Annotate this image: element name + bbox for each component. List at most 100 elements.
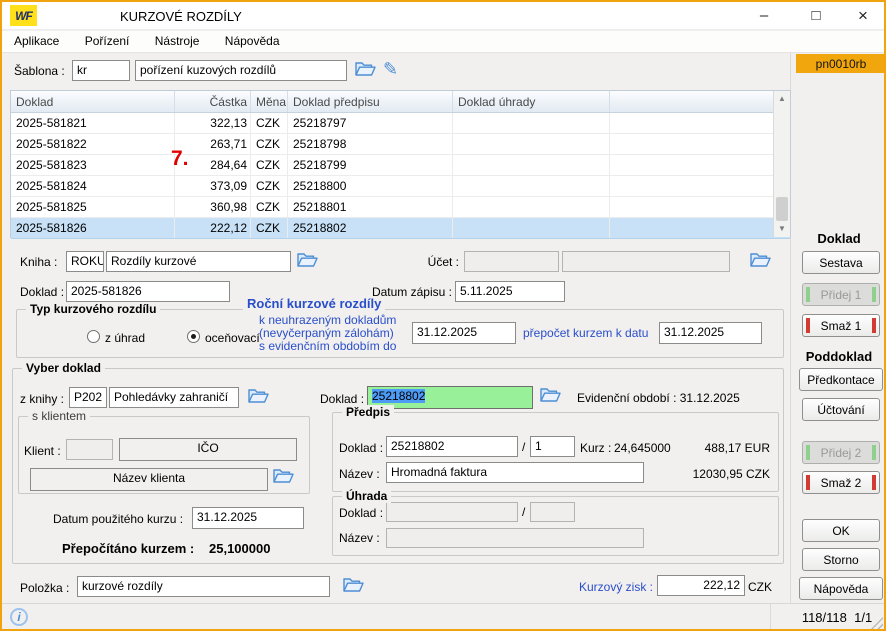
template-name-field[interactable]: pořízení kuzových rozdílů	[135, 60, 347, 81]
table-row[interactable]: 2025-581824373,09CZK25218800	[11, 176, 790, 197]
sestava-button[interactable]: Sestava	[802, 251, 880, 274]
minimize-icon[interactable]: –	[746, 4, 782, 27]
col-empty	[610, 91, 790, 112]
ucet-label: Účet :	[415, 255, 459, 269]
klient-group-label: s klientem	[28, 409, 90, 423]
z-knihy-code-field[interactable]: P202	[69, 387, 107, 408]
menu-aplikace[interactable]: Aplikace	[4, 31, 69, 51]
radio-z-uhrad-label: z úhrad	[105, 331, 145, 345]
typ-group-label: Typ kurzového rozdílu	[26, 302, 160, 316]
uhrada-doklad-label: Doklad :	[339, 506, 383, 520]
open-folder-icon[interactable]	[297, 252, 318, 268]
predpis-slash: /	[522, 440, 525, 454]
col-mena[interactable]: Měna	[251, 91, 288, 112]
app-logo-icon: WF	[10, 5, 37, 26]
radio-ocenovaci[interactable]	[187, 330, 200, 343]
ucet-code-field[interactable]	[464, 251, 559, 272]
open-folder-icon[interactable]	[540, 387, 561, 403]
storno-button[interactable]: Storno	[802, 548, 880, 571]
table-row[interactable]: 2025-581821322,13CZK25218797	[11, 113, 790, 134]
kurz-value: 24,645000	[614, 441, 671, 455]
klient-code-field[interactable]	[66, 439, 113, 460]
pridej1-button[interactable]: Přidej 1	[802, 283, 880, 306]
uhrada-poradi-field[interactable]	[530, 502, 575, 522]
menu-napoveda[interactable]: Nápověda	[215, 31, 290, 51]
documents-table: Doklad Částka Měna Doklad předpisu Dokla…	[10, 90, 791, 238]
scroll-up-icon[interactable]: ▲	[774, 91, 790, 107]
ucet-name-field[interactable]	[562, 251, 730, 272]
nazev-klienta-button[interactable]: Název klienta	[30, 468, 268, 491]
open-folder-icon[interactable]	[343, 577, 364, 593]
scroll-down-icon[interactable]: ▼	[774, 221, 790, 237]
status-bar: i 118/118 1/1	[2, 603, 884, 631]
kniha-code-field[interactable]: ROKU	[66, 251, 104, 272]
maximize-icon[interactable]: □	[798, 4, 834, 27]
predpis-poradi-field[interactable]: 1	[530, 436, 575, 457]
table-scrollbar[interactable]: ▲ ▼	[773, 91, 790, 237]
kniha-label: Kniha :	[20, 255, 57, 269]
pridej2-button[interactable]: Přidej 2	[802, 441, 880, 464]
kniha-name-field[interactable]: Rozdíly kurzové	[106, 251, 291, 272]
smaz1-button[interactable]: Smaž 1	[802, 314, 880, 337]
datum-kurzu-field[interactable]: 31.12.2025	[192, 507, 304, 529]
ok-button[interactable]: OK	[802, 519, 880, 542]
ico-button[interactable]: IČO	[119, 438, 297, 461]
predpis-nazev-field[interactable]: Hromadná faktura	[386, 462, 644, 483]
predpis-doklad-field[interactable]: 25218802	[386, 436, 518, 457]
scrollbar-thumb[interactable]	[776, 197, 788, 221]
table-row[interactable]: 2025-581822263,71CZK25218798	[11, 134, 790, 155]
predkontace-button[interactable]: Předkontace	[799, 368, 883, 391]
table-row[interactable]: 2025-581825360,98CZK25218801	[11, 197, 790, 218]
table-row[interactable]: 2025-581823284,64CZK25218799	[11, 155, 790, 176]
form-id-badge: pn0010rb	[796, 54, 886, 73]
rocni-line2: (nevyčerpaným zálohám)	[259, 326, 394, 340]
close-icon[interactable]: ×	[845, 4, 881, 27]
kurzovy-zisk-label: Kurzový zisk :	[579, 580, 653, 594]
smaz2-button[interactable]: Smaž 2	[802, 471, 880, 494]
edit-pencil-icon[interactable]: ✎	[383, 60, 398, 78]
menu-bar: Aplikace Pořízení Nástroje Nápověda	[2, 31, 884, 53]
template-label: Šablona :	[14, 64, 65, 78]
open-folder-icon[interactable]	[248, 388, 269, 404]
statusbar-divider	[770, 604, 771, 631]
kurz-label: Kurz :	[580, 441, 611, 455]
radio-z-uhrad[interactable]	[87, 330, 100, 343]
col-uhrady[interactable]: Doklad úhrady	[453, 91, 610, 112]
info-icon[interactable]: i	[10, 608, 28, 626]
menu-nastroje[interactable]: Nástroje	[145, 31, 210, 51]
evidencni-obdobi-text: Evidenční období : 31.12.2025	[577, 391, 740, 405]
prepocet-label: přepočet kurzem k datu	[523, 326, 648, 340]
col-doklad[interactable]: Doklad	[11, 91, 175, 112]
menu-porizeni[interactable]: Pořízení	[75, 31, 140, 51]
sidebar-poddoklad-heading: Poddoklad	[792, 349, 886, 364]
step-annotation: 7.	[171, 147, 189, 171]
rocni-date2-field[interactable]: 31.12.2025	[659, 322, 762, 344]
uctovani-button[interactable]: Účtování	[802, 398, 880, 421]
predpis-group-label: Předpis	[342, 405, 394, 419]
col-castka[interactable]: Částka	[175, 91, 251, 112]
open-folder-icon[interactable]	[750, 252, 771, 268]
uhrada-doklad-field[interactable]	[386, 502, 518, 522]
predpis-czk-value: 12030,95 CZK	[680, 467, 770, 481]
uhrada-group-label: Úhrada	[342, 489, 391, 503]
template-code-field[interactable]: kr	[72, 60, 130, 81]
klient-label: Klient :	[24, 444, 61, 458]
doklad-field[interactable]: 2025-581826	[66, 281, 230, 302]
napoveda-button[interactable]: Nápověda	[799, 577, 883, 600]
col-predpis[interactable]: Doklad předpisu	[288, 91, 453, 112]
rocni-date1-field[interactable]: 31.12.2025	[412, 322, 516, 344]
window-title: KURZOVÉ ROZDÍLY	[120, 9, 242, 24]
kurzovy-zisk-mena: CZK	[748, 580, 772, 594]
prepocitano-value: 25,100000	[209, 541, 270, 556]
open-folder-icon[interactable]	[355, 61, 376, 77]
uhrada-slash: /	[522, 505, 525, 519]
polozka-field[interactable]: kurzové rozdíly	[77, 576, 330, 597]
uhrada-nazev-field[interactable]	[386, 528, 644, 548]
rocni-line3: s evidenčním obdobím do	[259, 339, 396, 353]
radio-ocenovaci-label: oceňovací	[205, 331, 260, 345]
table-row-selected[interactable]: 2025-581826222,12CZK25218802	[11, 218, 790, 239]
kurzovy-zisk-field: 222,12	[657, 575, 745, 596]
z-knihy-name-field[interactable]: Pohledávky zahraničí	[109, 387, 239, 408]
open-folder-icon[interactable]	[273, 468, 294, 484]
datum-zapisu-field[interactable]: 5.11.2025	[455, 281, 565, 302]
